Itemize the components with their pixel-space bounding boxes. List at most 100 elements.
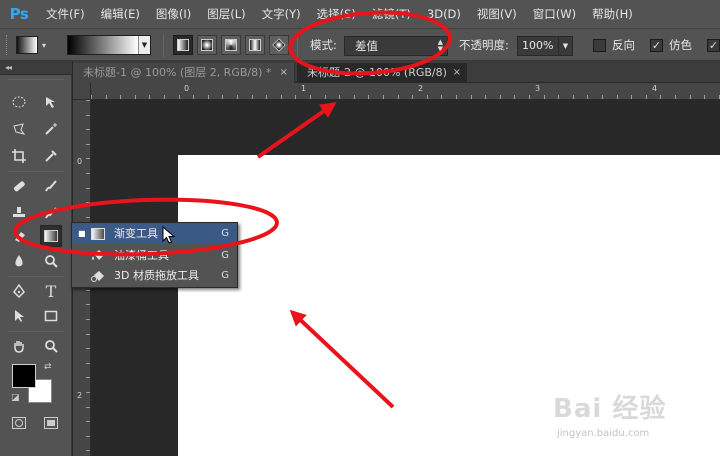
- ruler-label: 0: [77, 157, 83, 166]
- ruler-tick: [86, 173, 90, 174]
- flyout-item-gradient[interactable]: ■ 渐变工具 G: [72, 224, 237, 244]
- swap-colors-icon[interactable]: ⇄: [44, 362, 52, 372]
- dodge-tool[interactable]: [40, 250, 62, 272]
- blur-tool[interactable]: [8, 250, 30, 272]
- hand-tool[interactable]: [8, 335, 30, 357]
- lasso-tool[interactable]: [8, 118, 30, 140]
- ruler-tick: [193, 95, 195, 99]
- screen-mode-button[interactable]: [40, 412, 62, 434]
- healing-brush-tool[interactable]: [8, 175, 30, 197]
- path-selection-tool[interactable]: [8, 305, 30, 327]
- opacity-input[interactable]: 100% ▼: [517, 36, 573, 56]
- transparency-checkbox[interactable]: ✓: [707, 39, 720, 52]
- menu-window[interactable]: 窗口(W): [525, 0, 584, 28]
- blend-mode-value: 差值: [355, 39, 378, 53]
- ruler-tick: [105, 95, 107, 99]
- marquee-tool[interactable]: [8, 91, 30, 113]
- ruler-tick: [295, 95, 297, 99]
- ruler-tick: [251, 95, 253, 99]
- close-icon[interactable]: ×: [280, 63, 288, 83]
- ruler-tick: [310, 95, 311, 99]
- tool-preset-picker[interactable]: ▾: [16, 34, 58, 56]
- menu-filter[interactable]: 滤镜(T): [364, 0, 419, 28]
- gradient-tool[interactable]: [40, 225, 62, 247]
- marquee-icon: [12, 96, 26, 108]
- options-grip[interactable]: [6, 35, 10, 55]
- ruler-label: 3: [535, 84, 541, 93]
- pen-tool[interactable]: [8, 280, 30, 302]
- ruler-tick: [86, 319, 90, 320]
- close-icon[interactable]: ×: [453, 63, 461, 83]
- document-tab-1[interactable]: 未标题-1 @ 100% (图层 2, RGB/8) * ×: [73, 63, 295, 83]
- eyedropper-tool[interactable]: [40, 145, 62, 167]
- mode-label: 模式:: [310, 38, 337, 52]
- document-tab-2[interactable]: 未标题-2 @ 100% (RGB/8) ×: [297, 63, 467, 83]
- type-tool[interactable]: T: [40, 280, 62, 302]
- flyout-shortcut: G: [221, 250, 229, 261]
- menu-view[interactable]: 视图(V): [469, 0, 525, 28]
- ruler-tick: [120, 95, 122, 99]
- clone-stamp-tool[interactable]: [8, 202, 30, 224]
- dither-checkbox[interactable]: ✓: [650, 39, 663, 52]
- menu-type[interactable]: 文字(Y): [254, 0, 309, 28]
- toolbox-header[interactable]: ◂◂: [0, 61, 72, 75]
- reverse-label: 反向: [612, 38, 635, 52]
- gradient-preview[interactable]: [68, 36, 138, 54]
- document-tab-bar: 未标题-1 @ 100% (图层 2, RGB/8) * × 未标题-2 @ 1…: [73, 61, 720, 83]
- quick-mask-button[interactable]: [8, 412, 30, 434]
- radial-gradient-button[interactable]: [197, 35, 217, 55]
- flyout-item-paint-bucket[interactable]: 油漆桶工具 G: [72, 246, 237, 266]
- angle-gradient-button[interactable]: [221, 35, 241, 55]
- toolbox: T ⇄ ◪: [0, 75, 72, 456]
- ruler-label: 4: [652, 84, 658, 93]
- ruler-label: 2: [418, 84, 424, 93]
- rectangle-tool[interactable]: [40, 305, 62, 327]
- gradient-dropdown-icon[interactable]: ▼: [138, 36, 150, 54]
- menu-file[interactable]: 文件(F): [38, 0, 93, 28]
- gradient-editor-swatch[interactable]: ▼: [67, 35, 151, 55]
- ruler-origin[interactable]: [73, 83, 91, 100]
- linear-gradient-button[interactable]: [173, 35, 193, 55]
- move-tool[interactable]: [40, 91, 62, 113]
- check-icon: ✓: [651, 39, 662, 52]
- brush-tool[interactable]: [40, 175, 62, 197]
- diamond-gradient-button[interactable]: [269, 35, 289, 55]
- ruler-tick: [207, 95, 209, 99]
- menu-3d[interactable]: 3D(D): [419, 0, 469, 28]
- document-tab-title: 未标题-2 @ 100% (RGB/8): [307, 66, 447, 79]
- zoom-tool[interactable]: [40, 335, 62, 357]
- eraser-tool[interactable]: [8, 225, 30, 247]
- paint-bucket-icon: [92, 250, 104, 260]
- crop-tool[interactable]: [8, 145, 30, 167]
- menu-edit[interactable]: 编辑(E): [93, 0, 148, 28]
- flyout-item-3d-material-drop[interactable]: 3D 材质拖放工具 G: [72, 266, 237, 286]
- menu-image[interactable]: 图像(I): [148, 0, 199, 28]
- eraser-icon: [15, 232, 25, 242]
- ruler-tick: [660, 95, 662, 99]
- default-colors-icon[interactable]: ◪: [11, 393, 20, 403]
- reverse-checkbox[interactable]: [593, 39, 606, 52]
- ruler-tick: [397, 95, 399, 99]
- history-brush-tool[interactable]: [40, 202, 62, 224]
- ruler-tick: [499, 95, 501, 99]
- type-icon: T: [45, 281, 57, 301]
- horizontal-ruler[interactable]: 0 1 2 3 4: [91, 83, 720, 100]
- foreground-color-swatch[interactable]: [12, 364, 36, 388]
- menu-select[interactable]: 选择(S): [309, 0, 364, 28]
- blend-mode-select[interactable]: 差值 ▲ ▼: [344, 36, 448, 56]
- gradient-icon: [44, 230, 58, 242]
- screen-mode-icon: [44, 417, 58, 429]
- reflected-gradient-button[interactable]: [245, 35, 265, 55]
- menu-help[interactable]: 帮助(H): [584, 0, 641, 28]
- ruler-tick: [86, 304, 90, 306]
- selected-bullet-icon: ■: [78, 229, 86, 238]
- collapse-icon[interactable]: ◂◂: [5, 63, 12, 72]
- options-bar: ▾ ▼ 模式: 差值 ▲ ▼ 不透明度: 100% ▼ 反向 ✓ 仿色 ✓: [0, 28, 720, 61]
- chevron-down-icon[interactable]: ▼: [558, 37, 572, 55]
- flyout-label: 3D 材质拖放工具: [114, 269, 199, 282]
- menu-layer[interactable]: 图层(L): [199, 0, 253, 28]
- history-brush-icon: [45, 207, 57, 219]
- ruler-tick: [86, 377, 90, 379]
- magic-wand-tool[interactable]: [40, 118, 62, 140]
- ruler-tick: [441, 95, 443, 99]
